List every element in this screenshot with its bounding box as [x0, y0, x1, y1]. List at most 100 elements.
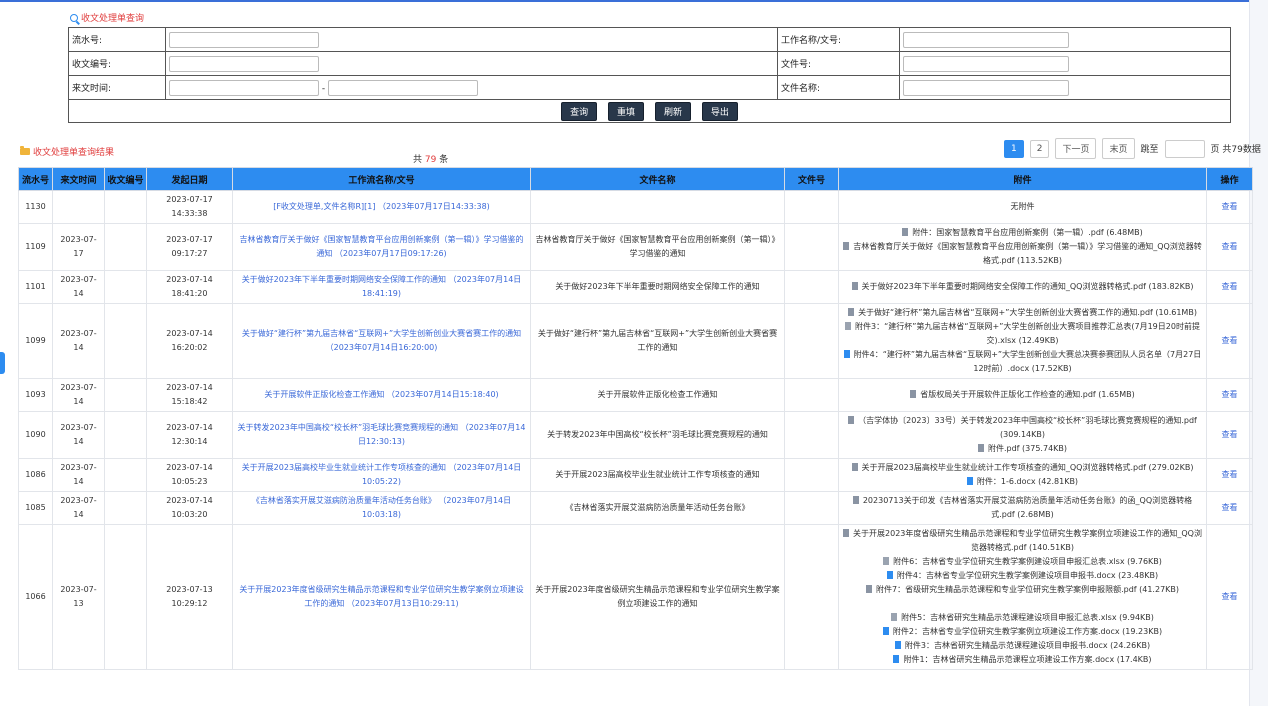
export-button[interactable]: 导出: [701, 101, 738, 121]
attachment-name: 附件5：吉林省研究生精品示范课程建设项目申报汇总表.xlsx (9.94KB): [901, 613, 1154, 622]
attachment-item[interactable]: 附件5：吉林省研究生精品示范课程建设项目申报汇总表.xlsx (9.94KB): [842, 611, 1203, 625]
date-to-input[interactable]: [328, 79, 478, 96]
workflow-link[interactable]: 关于开展软件正版化检查工作通知 （2023年07月14日15:18:40): [264, 390, 498, 399]
attachment-item[interactable]: 附件.pdf (375.74KB): [842, 442, 1203, 456]
doc-no-input[interactable]: [903, 55, 1069, 72]
attachment-item[interactable]: 附件4：“建行杯”第九届吉林省“互联网+”大学生创新创业大赛总决赛参赛团队人员名…: [842, 348, 1203, 376]
receipt-no-input[interactable]: [169, 55, 319, 72]
workflow-link[interactable]: [F收文处理单,文件名称R][1] （2023年07月17日14:33:38): [273, 202, 490, 211]
attachment-item[interactable]: （吉学体协〔2023〕33号）关于转发2023年中国高校“校长杯”羽毛球比赛竞赛…: [842, 414, 1203, 442]
header-doc-no[interactable]: 文件号: [784, 167, 839, 191]
attachment-item[interactable]: 附件6：吉林省专业学位研究生教学案例建设项目申报汇总表.xlsx (9.76KB…: [842, 555, 1203, 569]
workflow-link[interactable]: 吉林省教育厅关于做好《国家智慧教育平台应用创新案例（第一辑）》学习借鉴的通知 （…: [240, 235, 524, 258]
attachment-name: 关于开展2023届高校毕业生就业统计工作专项核查的通知_QQ浏览器转格式.pdf…: [861, 463, 1194, 472]
attachment-name: 附件4：“建行杯”第九届吉林省“互联网+”大学生创新创业大赛总决赛参赛团队人员名…: [853, 350, 1202, 373]
attachment-name: 省版权局关于开展软件正版化工作检查的通知.pdf (1.65MB): [920, 390, 1135, 399]
pdf-file-icon: [843, 529, 850, 537]
cell-doc-no: [784, 458, 839, 492]
page-2-button[interactable]: 2: [1029, 139, 1050, 158]
header-receipt-no[interactable]: 收文编号: [104, 167, 147, 191]
last-page-button[interactable]: 末页: [1102, 138, 1135, 159]
attachment-item[interactable]: 附件：国家智慧教育平台应用创新案例（第一辑）.pdf (6.48MB): [842, 226, 1203, 240]
cell-file-name: 关于做好“建行杯”第九届吉林省“互联网+”大学生创新创业大赛省赛工作的通知: [530, 303, 785, 379]
attachment-item[interactable]: 附件1：吉林省研究生精品示范课程立项建设工作方案.docx (17.4KB): [842, 653, 1203, 667]
cell-start-date: 2023-07-17 09:17:27: [146, 223, 233, 271]
query-button[interactable]: 查询: [561, 101, 598, 121]
workflow-link[interactable]: 《吉林省落实开展艾滋病防治质量年活动任务台账》 （2023年07月14日10:0…: [252, 496, 511, 519]
top-accent-line: [0, 0, 1268, 2]
pdf-file-icon: [902, 228, 909, 236]
side-collapse-tab[interactable]: [0, 352, 5, 374]
view-button[interactable]: 查看: [1222, 592, 1238, 601]
cell-serial: 1086: [18, 458, 53, 492]
view-button[interactable]: 查看: [1222, 503, 1238, 512]
cell-receipt-no: [104, 524, 147, 670]
header-file-name[interactable]: 文件名称: [530, 167, 785, 191]
view-button[interactable]: 查看: [1222, 390, 1238, 399]
cell-workflow: 关于做好2023年下半年重要时期网络安全保障工作的通知 （2023年07月14日…: [232, 270, 531, 304]
view-button[interactable]: 查看: [1222, 470, 1238, 479]
cell-serial: 1130: [18, 190, 53, 224]
header-start-date[interactable]: 发起日期: [146, 167, 233, 191]
attachment-item[interactable]: 关于做好2023年下半年重要时期网络安全保障工作的通知_QQ浏览器转格式.pdf…: [842, 280, 1203, 294]
workflow-link[interactable]: 关于开展2023年度省级研究生精品示范课程和专业学位研究生教学案例立项建设工作的…: [239, 585, 523, 608]
cell-receipt-no: [104, 190, 147, 224]
date-from-input[interactable]: [169, 79, 319, 96]
attachment-item[interactable]: 附件3：“建行杯”第九届吉林省“互联网+”大学生创新创业大赛项目推荐汇总表(7月…: [842, 320, 1203, 348]
view-button[interactable]: 查看: [1222, 242, 1238, 251]
header-serial[interactable]: 流水号: [18, 167, 53, 191]
cell-actions: 查看: [1206, 411, 1253, 459]
cell-workflow: 关于开展2023年度省级研究生精品示范课程和专业学位研究生教学案例立项建设工作的…: [232, 524, 531, 670]
results-table: 流水号 来文时间 收文编号 发起日期 工作流名称/文号 文件名称 文件号 附件 …: [18, 167, 1253, 670]
attachment-item[interactable]: 附件：1-6.docx (42.81KB): [842, 475, 1203, 489]
workflow-link[interactable]: 关于做好2023年下半年重要时期网络安全保障工作的通知 （2023年07月14日…: [242, 275, 522, 298]
view-button[interactable]: 查看: [1222, 282, 1238, 291]
attachment-item[interactable]: 关于开展2023届高校毕业生就业统计工作专项核查的通知_QQ浏览器转格式.pdf…: [842, 461, 1203, 475]
cell-start-date: 2023-07-14 12:30:14: [146, 411, 233, 459]
attachment-item[interactable]: 关于开展2023年度省级研究生精品示范课程和专业学位研究生教学案例立项建设工作的…: [842, 527, 1203, 555]
docx-file-icon: [882, 627, 889, 635]
cell-receive-date: 2023-07-14: [52, 270, 105, 304]
attachment-item[interactable]: 附件7：省级研究生精品示范课程和专业学位研究生教学案例申报限额.pdf (41.…: [842, 583, 1203, 597]
reset-button[interactable]: 重填: [608, 101, 645, 121]
serial-input[interactable]: [169, 31, 319, 48]
cell-start-date: 2023-07-14 18:41:20: [146, 270, 233, 304]
refresh-button[interactable]: 刷新: [654, 101, 691, 121]
docx-file-icon: [843, 350, 850, 358]
jump-label: 跳至: [1140, 145, 1159, 155]
page-1-button[interactable]: 1: [1004, 139, 1024, 158]
workflow-link[interactable]: 关于转发2023年中国高校“校长杯”羽毛球比赛竞赛规程的通知 （2023年07月…: [238, 423, 526, 446]
next-page-button[interactable]: 下一页: [1055, 138, 1097, 159]
attachment-item[interactable]: 附件2：吉林省专业学位研究生教学案例立项建设工作方案.docx (19.23KB…: [842, 625, 1203, 639]
header-actions[interactable]: 操作: [1206, 167, 1253, 191]
header-receive-date[interactable]: 来文时间: [52, 167, 105, 191]
filename-input[interactable]: [903, 79, 1069, 96]
cell-file-name: 关于转发2023年中国高校“校长杯”羽毛球比赛竞赛规程的通知: [530, 411, 785, 459]
cell-receive-date: 2023-07-14: [52, 491, 105, 525]
cell-serial: 1093: [18, 378, 53, 412]
workflow-input[interactable]: [903, 31, 1069, 48]
attachment-item[interactable]: 吉林省教育厅关于做好《国家智慧教育平台应用创新案例（第一辑）》学习借鉴的通知_Q…: [842, 240, 1203, 268]
workflow-link[interactable]: 关于做好“建行杯”第九届吉林省“互联网+”大学生创新创业大赛省赛工作的通知 （2…: [242, 329, 521, 352]
cell-attachments: （吉学体协〔2023〕33号）关于转发2023年中国高校“校长杯”羽毛球比赛竞赛…: [838, 411, 1207, 459]
search-form: 流水号: 工作名称/文号: 收文编号: 文件号: 来文时间: - 文件名称: 查…: [68, 27, 1231, 123]
view-button[interactable]: 查看: [1222, 336, 1238, 345]
cell-start-date: 2023-07-14 15:18:42: [146, 378, 233, 412]
workflow-link[interactable]: 关于开展2023届高校毕业生就业统计工作专项核查的通知 （2023年07月14日…: [242, 463, 522, 486]
cell-attachments: 关于开展2023年度省级研究生精品示范课程和专业学位研究生教学案例立项建设工作的…: [838, 524, 1207, 670]
attachment-item[interactable]: 关于做好“建行杯”第九届吉林省“互联网+”大学生创新创业大赛省赛工作的通知.pd…: [842, 306, 1203, 320]
attachment-item[interactable]: 附件3：吉林省研究生精品示范课程建设项目申报书.docx (24.26KB): [842, 639, 1203, 653]
attachment-item[interactable]: 附件4：吉林省专业学位研究生教学案例建设项目申报书.docx (23.48KB): [842, 569, 1203, 583]
header-attachments[interactable]: 附件: [838, 167, 1207, 191]
attachment-item[interactable]: 省版权局关于开展软件正版化工作检查的通知.pdf (1.65MB): [842, 388, 1203, 402]
table-row: 1093 2023-07-14 2023-07-14 15:18:42 关于开展软件正…: [18, 378, 1253, 412]
header-workflow[interactable]: 工作流名称/文号: [232, 167, 531, 191]
pagination: 1 2 下一页 末页 跳至 页 共79数据: [1004, 138, 1261, 159]
cell-actions: 查看: [1206, 458, 1253, 492]
view-button[interactable]: 查看: [1222, 430, 1238, 439]
view-button[interactable]: 查看: [1222, 202, 1238, 211]
jump-page-input[interactable]: [1164, 139, 1205, 158]
cell-doc-no: [784, 491, 839, 525]
attachment-name: 附件3：吉林省研究生精品示范课程建设项目申报书.docx (24.26KB): [904, 641, 1151, 650]
attachment-item[interactable]: 20230713关于印发《吉林省落实开展艾滋病防治质量年活动任务台账》的函_QQ…: [842, 494, 1203, 522]
